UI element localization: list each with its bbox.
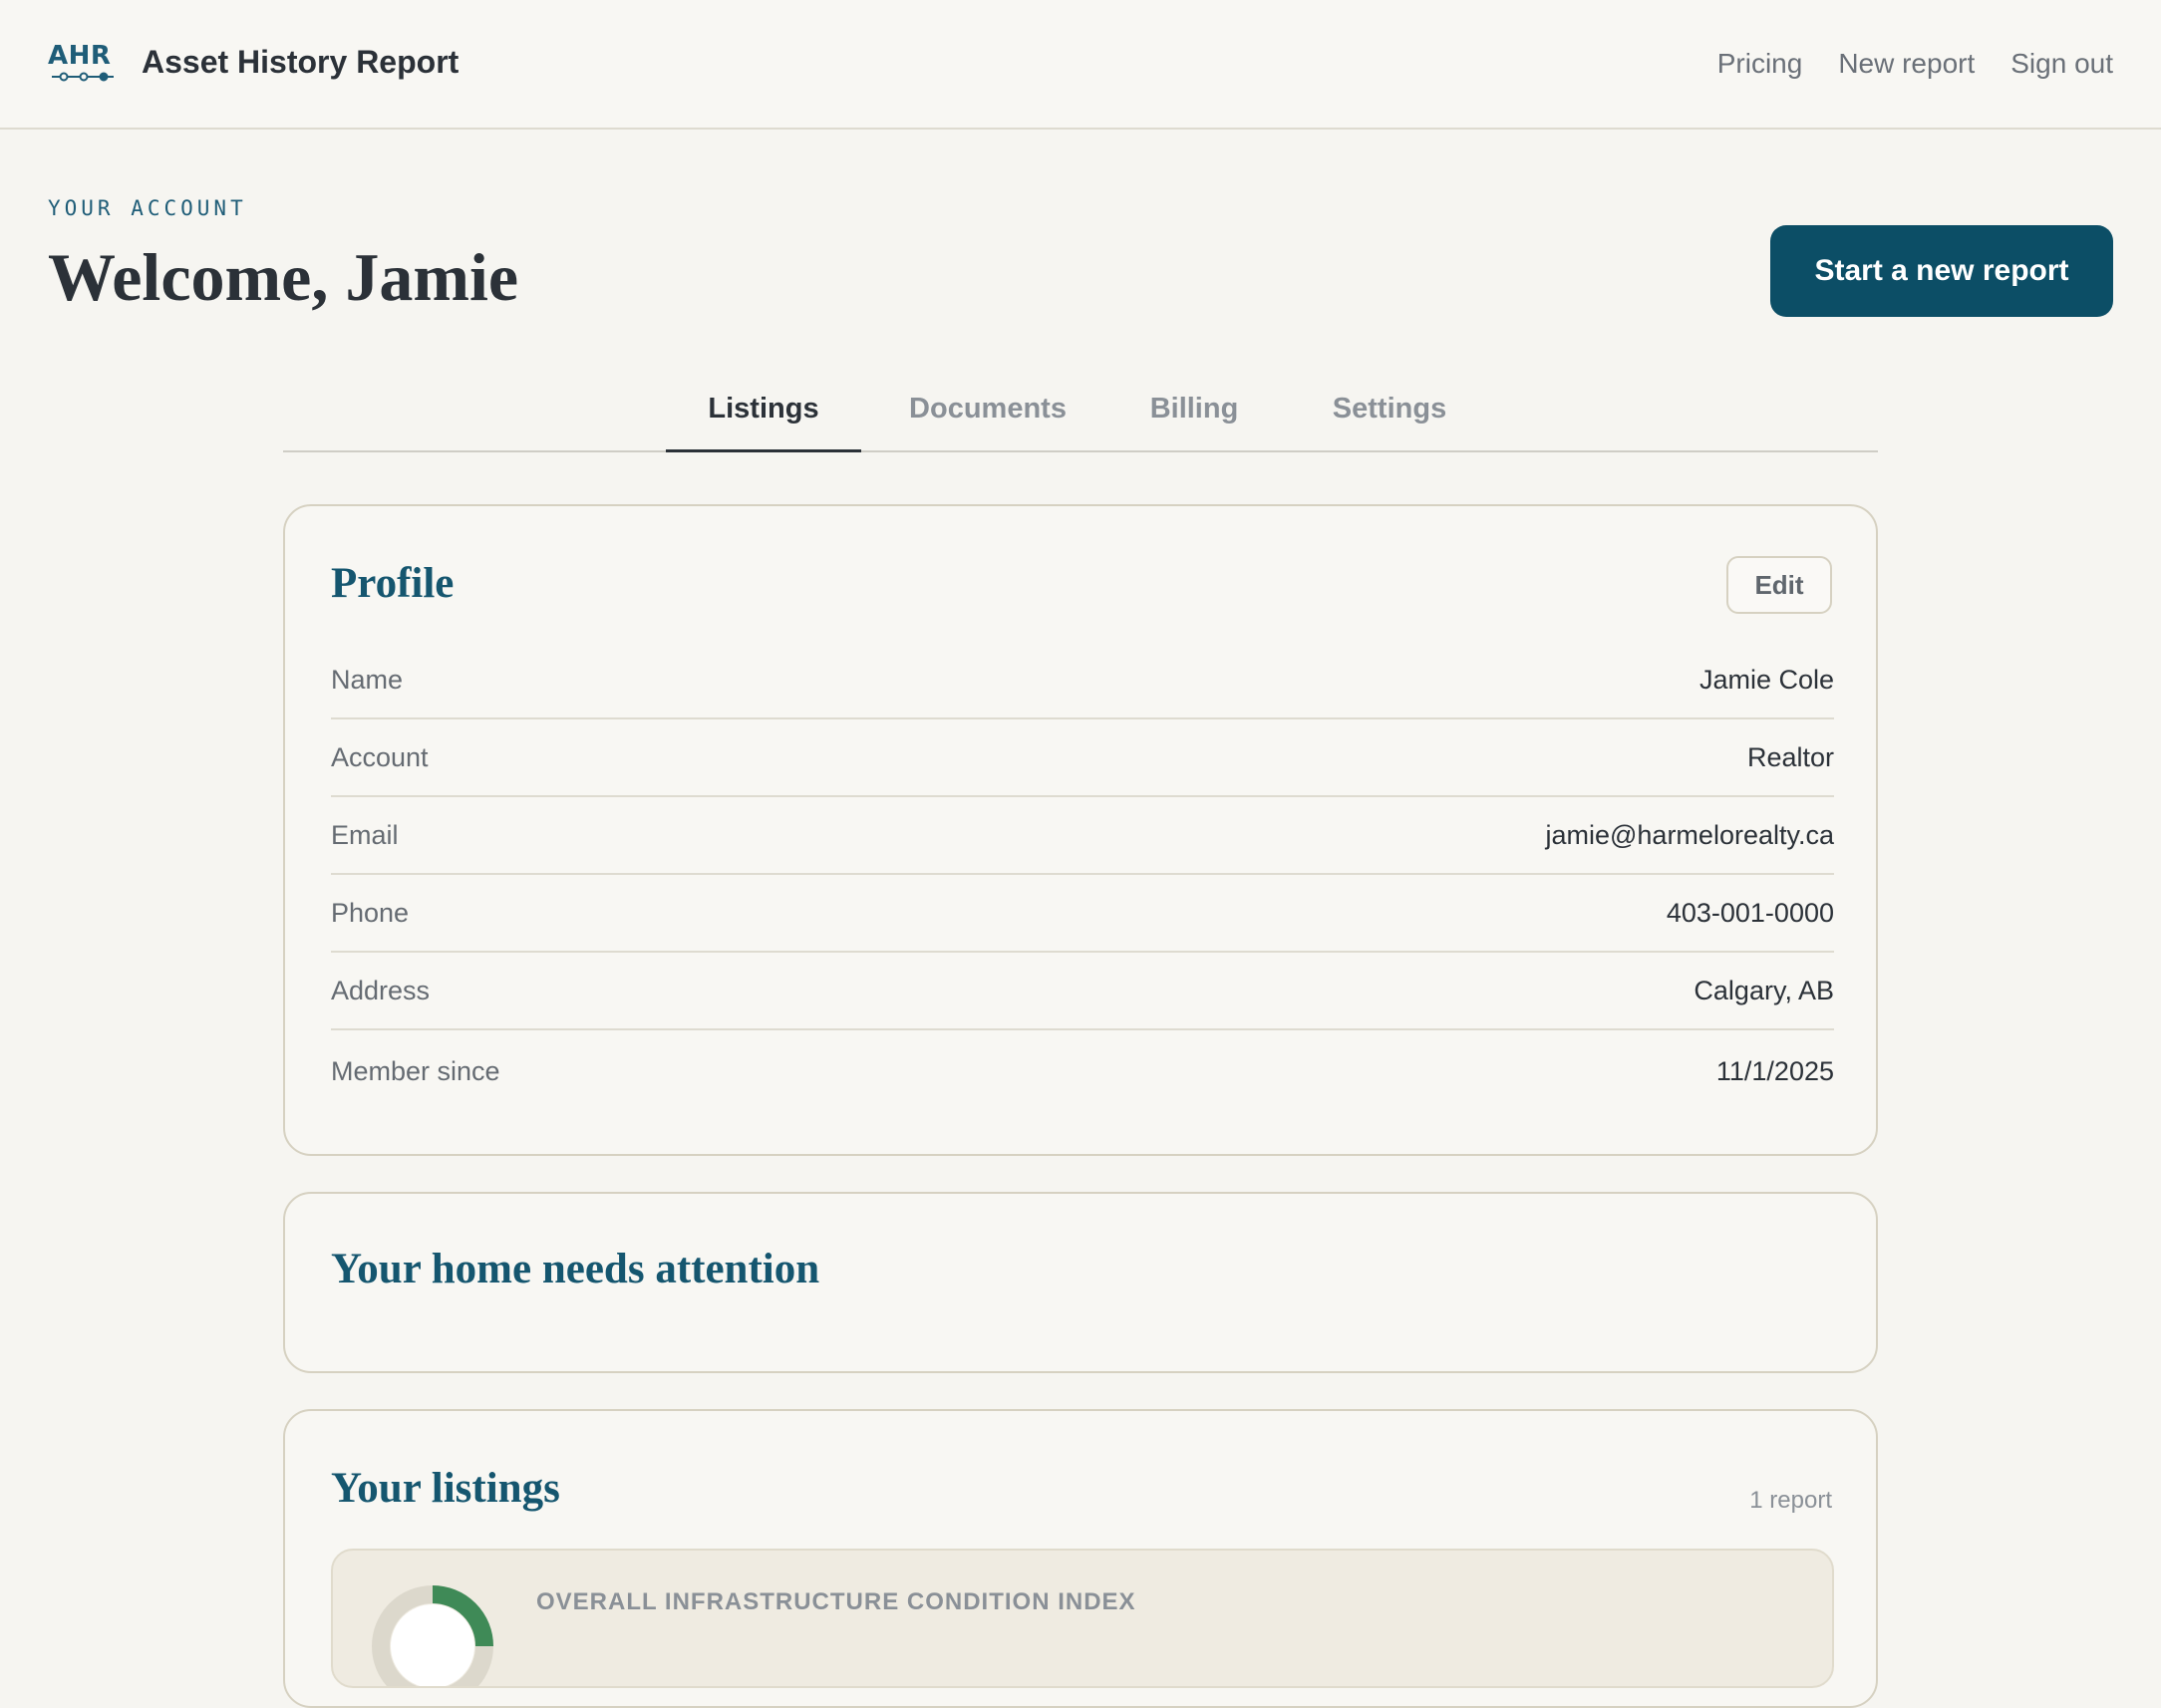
row-value: 11/1/2025 <box>1715 1055 1834 1086</box>
row-value: 403-001-0000 <box>1666 897 1834 928</box>
start-new-report-button[interactable]: Start a new report <box>1770 225 2113 317</box>
listing-item[interactable]: OVERALL INFRASTRUCTURE CONDITION INDEX <box>331 1549 1834 1688</box>
profile-row-address: Address Calgary, AB <box>331 953 1834 1030</box>
row-value: Calgary, AB <box>1694 975 1834 1005</box>
tab-billing[interactable]: Billing <box>1130 377 1258 452</box>
listings-card: Your listings 1 report OVERALL INFRASTRU… <box>283 1409 1878 1708</box>
profile-title: Profile <box>331 560 455 607</box>
tab-documents[interactable]: Documents <box>889 377 1086 452</box>
profile-row-account: Account Realtor <box>331 719 1834 797</box>
row-label: Name <box>331 664 404 695</box>
profile-row-name: Name Jamie Cole <box>331 642 1834 719</box>
attention-card: Your home needs attention <box>283 1192 1878 1373</box>
account-tabs: Listings Documents Billing Settings <box>283 377 1878 452</box>
nav-new-report-link[interactable]: New report <box>1838 44 1975 84</box>
top-bar: AHR Asset History Report Pricing New rep… <box>0 0 2161 130</box>
condition-index-label: OVERALL INFRASTRUCTURE CONDITION INDEX <box>536 1588 1136 1615</box>
row-value: Realtor <box>1746 741 1834 772</box>
ahr-logo[interactable]: AHR <box>48 42 116 84</box>
tab-listings[interactable]: Listings <box>666 377 861 452</box>
nav-pricing-link[interactable]: Pricing <box>1717 44 1803 84</box>
attention-title: Your home needs attention <box>331 1246 820 1292</box>
logo-timeline-icon <box>52 72 114 82</box>
row-label: Email <box>331 819 399 850</box>
condition-gauge-icon <box>372 1585 493 1686</box>
profile-card: Profile Edit Name Jamie Cole Account Rea… <box>283 504 1878 1156</box>
nav-sign-out-link[interactable]: Sign out <box>2010 44 2113 84</box>
listings-count: 1 report <box>1749 1487 1832 1514</box>
row-label: Phone <box>331 897 410 928</box>
row-label: Address <box>331 975 431 1005</box>
row-label: Account <box>331 741 429 772</box>
row-value: Jamie Cole <box>1698 664 1834 695</box>
top-nav: Pricing New report Sign out <box>1717 44 2113 84</box>
listings-title: Your listings <box>331 1465 560 1512</box>
profile-row-email: Email jamie@harmelorealty.ca <box>331 797 1834 875</box>
row-value: jamie@harmelorealty.ca <box>1545 819 1834 850</box>
logo-text: AHR <box>48 41 112 71</box>
app-title: Asset History Report <box>142 44 460 80</box>
profile-row-phone: Phone 403-001-0000 <box>331 875 1834 953</box>
edit-profile-button[interactable]: Edit <box>1726 556 1832 614</box>
page-title: Welcome, Jamie <box>48 239 519 315</box>
section-kicker: YOUR ACCOUNT <box>48 196 247 220</box>
profile-row-member-since: Member since 11/1/2025 <box>331 1032 1834 1110</box>
row-label: Member since <box>331 1055 500 1086</box>
tab-settings[interactable]: Settings <box>1320 377 1459 452</box>
